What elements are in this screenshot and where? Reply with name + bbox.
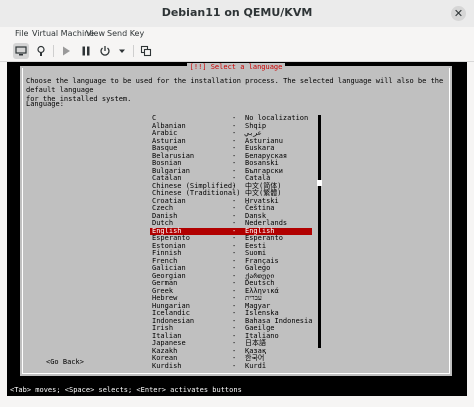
dialog-title: [!!] Select a language [20,63,452,71]
language-option[interactable]: Kurdish - Kurdî [150,361,312,371]
dropdown-icon [119,49,125,53]
language-name: Kurdish [152,361,182,370]
snapshot-button[interactable] [138,43,154,59]
language-option[interactable]: Croatian - Hrvatski [150,197,312,206]
run-icon [63,46,70,56]
menu-send-key[interactable]: Send Key [107,29,144,38]
snapshot-icon [140,45,152,57]
go-back-button[interactable]: <Go Back> [46,358,84,366]
language-label: Language: [26,100,64,108]
virt-viewer-window: Debian11 on QEMU/KVM ✕ File Virtual Mach… [0,0,474,407]
power-dropdown-button[interactable] [114,43,130,59]
installer-dialog: [!!] Select a language Choose the langua… [20,63,452,376]
language-option[interactable]: Danish - Dansk [150,212,312,221]
details-button[interactable] [33,43,49,59]
console-button[interactable] [13,43,29,59]
toolbar [0,41,474,62]
language-option[interactable]: Indonesian - Bahasa Indonesia [150,317,312,326]
title-bar: Debian11 on QEMU/KVM ✕ [0,0,474,28]
toolbar-separator [133,45,134,57]
pause-icon [82,46,90,56]
close-button[interactable]: ✕ [451,6,466,21]
toolbar-separator [53,45,54,57]
scrollbar-thumb[interactable] [317,180,322,186]
dialog-description: Choose the language to be used for the i… [26,77,444,103]
details-icon [37,45,45,56]
menu-virtual-machine[interactable]: Virtual Machine [32,29,94,38]
menu-view[interactable]: View [86,29,105,38]
power-button[interactable] [97,43,113,59]
vm-console-screen[interactable]: [!!] Select a language Choose the langua… [7,62,467,384]
language-separator: - [232,361,237,370]
menu-bar: File Virtual Machine View Send Key [0,27,474,41]
menu-file[interactable]: File [15,29,28,38]
console-status-bar: <Tab> moves; <Space> selects; <Enter> ac… [7,384,467,396]
console-icon [15,46,27,56]
run-button[interactable] [58,43,74,59]
pause-button[interactable] [78,43,94,59]
language-option[interactable]: German - Deutsch [150,279,312,288]
power-icon [100,46,110,56]
list-scrollbar[interactable] [317,115,322,348]
window-title: Debian11 on QEMU/KVM [161,6,313,19]
language-native-name: Kurdî [245,361,267,370]
